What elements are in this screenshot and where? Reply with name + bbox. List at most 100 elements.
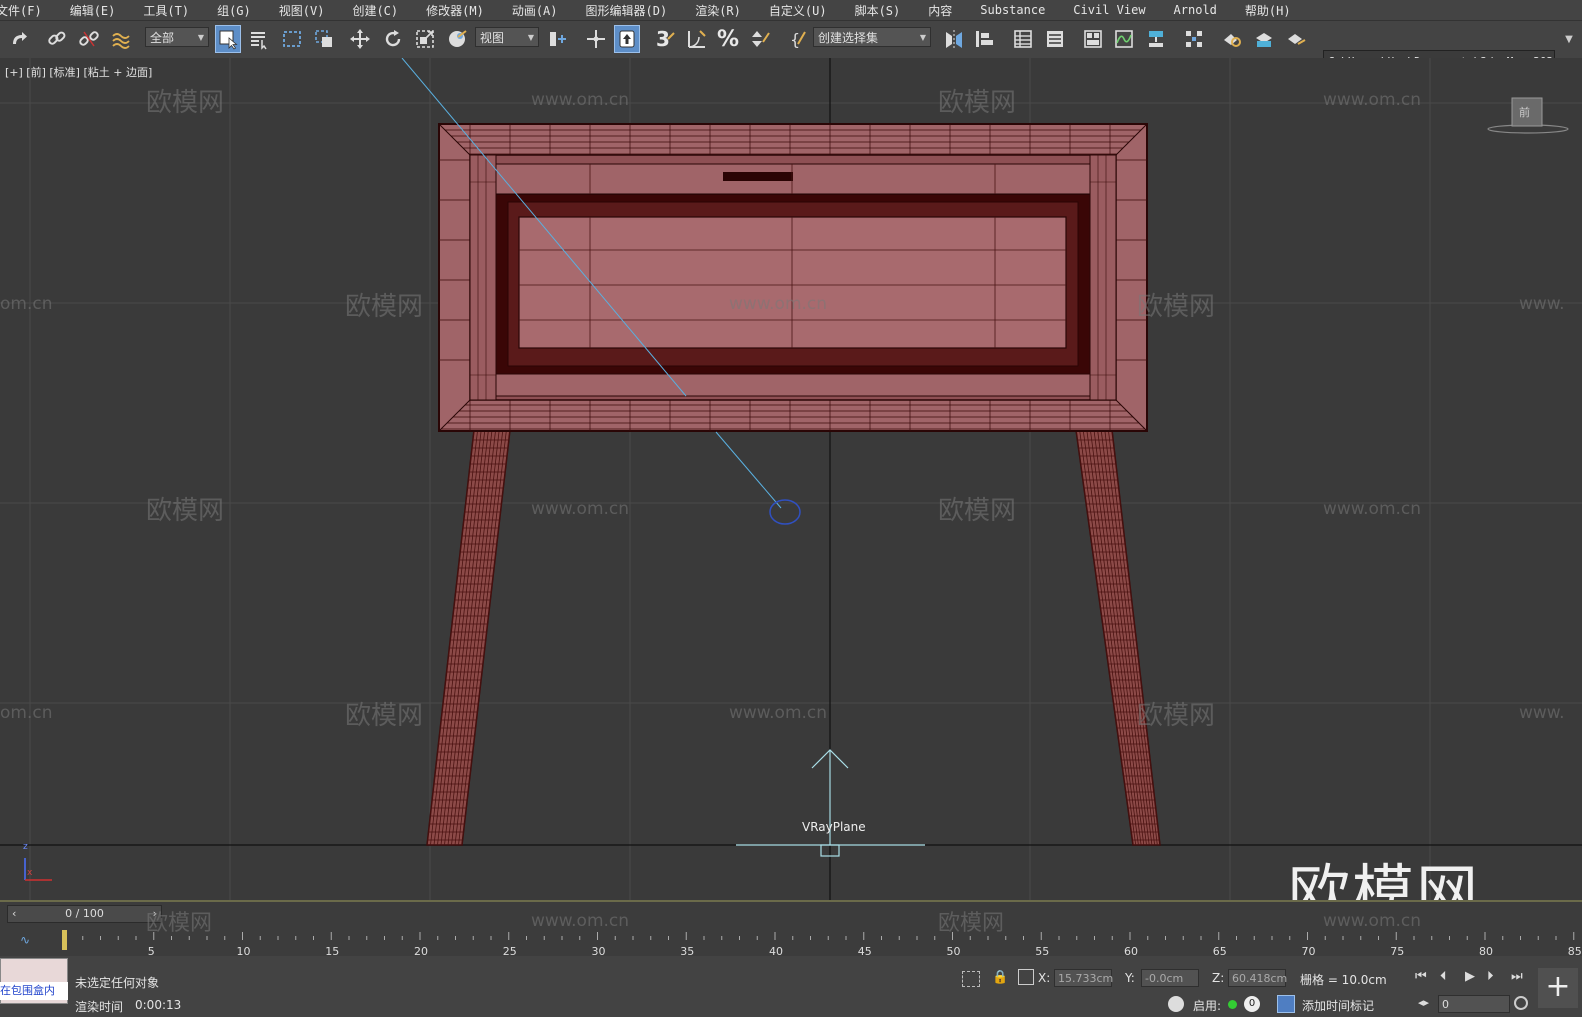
maxscript-text[interactable]: 在包围盒内	[0, 982, 68, 1000]
axis-x-label: x	[27, 868, 33, 878]
select-object-icon[interactable]	[215, 25, 241, 53]
menu-civil-view[interactable]: Civil View	[1059, 3, 1159, 17]
selection-filter-dropdown[interactable]: 全部 ▼	[145, 27, 209, 47]
prev-frame-icon[interactable]: ⏴	[1440, 969, 1447, 984]
x-coord-field[interactable]: 15.733cm	[1054, 969, 1113, 987]
adaptive-degradation-icon[interactable]	[1168, 996, 1184, 1012]
material-editor-icon[interactable]	[1181, 25, 1207, 53]
spinner-snap-icon[interactable]	[747, 25, 773, 53]
current-frame-field[interactable]: 0	[1438, 995, 1510, 1013]
ribbon-icon[interactable]	[1080, 25, 1106, 53]
absolute-mode-icon[interactable]	[1018, 969, 1034, 985]
pivot-icon[interactable]	[545, 25, 571, 53]
render-setup-icon[interactable]	[1219, 25, 1245, 53]
watermark-url: om.cn	[0, 294, 53, 314]
isolate-selection-icon[interactable]	[962, 971, 980, 987]
named-selection-dropdown[interactable]: 创建选择集 ▼	[813, 27, 931, 47]
select-manipulate-icon[interactable]	[583, 25, 609, 53]
menu-content[interactable]: 内容	[914, 2, 966, 19]
placement-icon[interactable]	[444, 25, 470, 53]
menu-modifiers[interactable]: 修改器(M)	[412, 2, 498, 19]
watermark-url: om.cn	[0, 703, 53, 723]
unlink-icon[interactable]	[76, 25, 102, 53]
curve-editor-icon[interactable]	[1111, 25, 1137, 53]
schematic-view-icon[interactable]	[1143, 25, 1169, 53]
align-icon[interactable]	[971, 25, 997, 53]
chevron-down-icon[interactable]: ▼	[1556, 25, 1582, 53]
move-icon[interactable]	[347, 25, 373, 53]
menu-file[interactable]: 文件(F)	[0, 2, 56, 19]
menu-graph-editors[interactable]: 图形编辑器(D)	[572, 2, 682, 19]
selection-message: 未选定任何对象	[75, 976, 160, 990]
add-icon[interactable]: +	[1538, 968, 1578, 1008]
next-frame-icon[interactable]: ⏵	[1487, 969, 1494, 984]
chevron-left-icon[interactable]: ‹	[12, 906, 16, 922]
viewport-front[interactable]: [+] [前] [标准] [粘土 + 边面] 前 VRayPlane z x 欧…	[0, 58, 1582, 900]
light-target-handle	[769, 499, 801, 525]
ref-coord-dropdown[interactable]: 视图 ▼	[475, 27, 539, 47]
cabinet-right-leg	[1075, 429, 1161, 846]
menu-animation[interactable]: 动画(A)	[498, 2, 572, 19]
rendered-frame-icon[interactable]	[1251, 25, 1277, 53]
rect-selection-icon[interactable]	[279, 25, 305, 53]
watermark-url: www.om.cn	[729, 703, 828, 723]
goto-end-icon[interactable]: ⏭	[1511, 969, 1523, 984]
curve-editor-mini-icon[interactable]: ∿	[20, 933, 30, 947]
layer-explorer-icon[interactable]	[1042, 25, 1068, 53]
rotate-icon[interactable]	[380, 25, 406, 53]
bind-spacewarp-icon[interactable]	[108, 25, 134, 53]
select-by-name-icon[interactable]	[246, 25, 272, 53]
angle-snap-icon[interactable]	[684, 25, 710, 53]
svg-text:{: {	[790, 30, 800, 49]
main-toolbar: 全部▼ 视图▼ 3 % { 创建选择集▼ C:\Users\Han\Docume…	[0, 21, 1582, 72]
viewport-scene	[0, 58, 1582, 900]
viewport-label[interactable]: [+] [前] [标准] [粘土 + 边面]	[5, 64, 152, 80]
playback-controls: ⏮ ⏴ ▶ ⏵ ⏭	[1415, 969, 1525, 987]
goto-start-icon[interactable]: ⏮	[1415, 969, 1427, 984]
enable-label: 启用:	[1193, 999, 1222, 1013]
vrayplane-label: VRayPlane	[802, 820, 866, 834]
menu-substance[interactable]: Substance	[966, 3, 1059, 17]
menu-rendering[interactable]: 渲染(R)	[681, 2, 755, 19]
render-icon[interactable]	[1283, 25, 1309, 53]
time-slider[interactable]: ‹ 0 / 100 ›	[7, 905, 162, 923]
percent-snap-icon[interactable]: %	[715, 25, 741, 53]
render-time-value: 0:00:13	[135, 998, 182, 1012]
keyboard-shortcut-icon[interactable]	[614, 25, 640, 53]
timeline-ruler[interactable]	[60, 928, 1582, 952]
vrayplane-gizmo	[736, 749, 925, 857]
edit-named-sets-icon[interactable]: {	[786, 25, 812, 53]
link-icon[interactable]	[44, 25, 70, 53]
cabinet-body	[438, 123, 1148, 432]
window-crossing-icon[interactable]	[311, 25, 337, 53]
watermark: 欧模网	[345, 292, 424, 322]
x-label: X:	[1038, 971, 1051, 985]
redo-icon[interactable]	[6, 25, 32, 53]
lock-icon[interactable]: 🔒	[992, 970, 1008, 985]
y-coord-field[interactable]: -0.0cm	[1141, 969, 1199, 987]
menu-edit[interactable]: 编辑(E)	[56, 2, 130, 19]
menu-arnold[interactable]: Arnold	[1160, 3, 1231, 17]
play-icon[interactable]: ▶	[1465, 969, 1475, 984]
viewcube-face-label[interactable]: 前	[1519, 104, 1530, 120]
menu-help[interactable]: 帮助(H)	[1231, 2, 1305, 19]
menu-customize[interactable]: 自定义(U)	[755, 2, 841, 19]
chevron-down-icon: ▼	[919, 33, 926, 42]
watermark: 欧模网	[1137, 292, 1216, 322]
menu-tools[interactable]: 工具(T)	[129, 2, 203, 19]
scene-explorer-icon[interactable]	[1010, 25, 1036, 53]
enable-count-badge[interactable]: 0	[1244, 996, 1260, 1012]
mirror-icon[interactable]	[941, 25, 967, 53]
scale-icon[interactable]	[412, 25, 438, 53]
add-time-tag-label[interactable]: 添加时间标记	[1302, 997, 1374, 1014]
menu-create[interactable]: 创建(C)	[338, 2, 412, 19]
z-coord-field[interactable]: 60.418cm	[1228, 969, 1287, 987]
snap-toggle-icon[interactable]: 3	[650, 25, 676, 53]
menu-scripting[interactable]: 脚本(S)	[841, 2, 915, 19]
menu-group[interactable]: 组(G)	[203, 2, 265, 19]
menu-views[interactable]: 视图(V)	[265, 2, 339, 19]
key-mode-icon[interactable]: ◂▸	[1418, 996, 1429, 1009]
time-tag-icon[interactable]	[1277, 995, 1295, 1013]
time-config-icon[interactable]	[1514, 996, 1528, 1010]
axis-z-label: z	[23, 842, 28, 852]
